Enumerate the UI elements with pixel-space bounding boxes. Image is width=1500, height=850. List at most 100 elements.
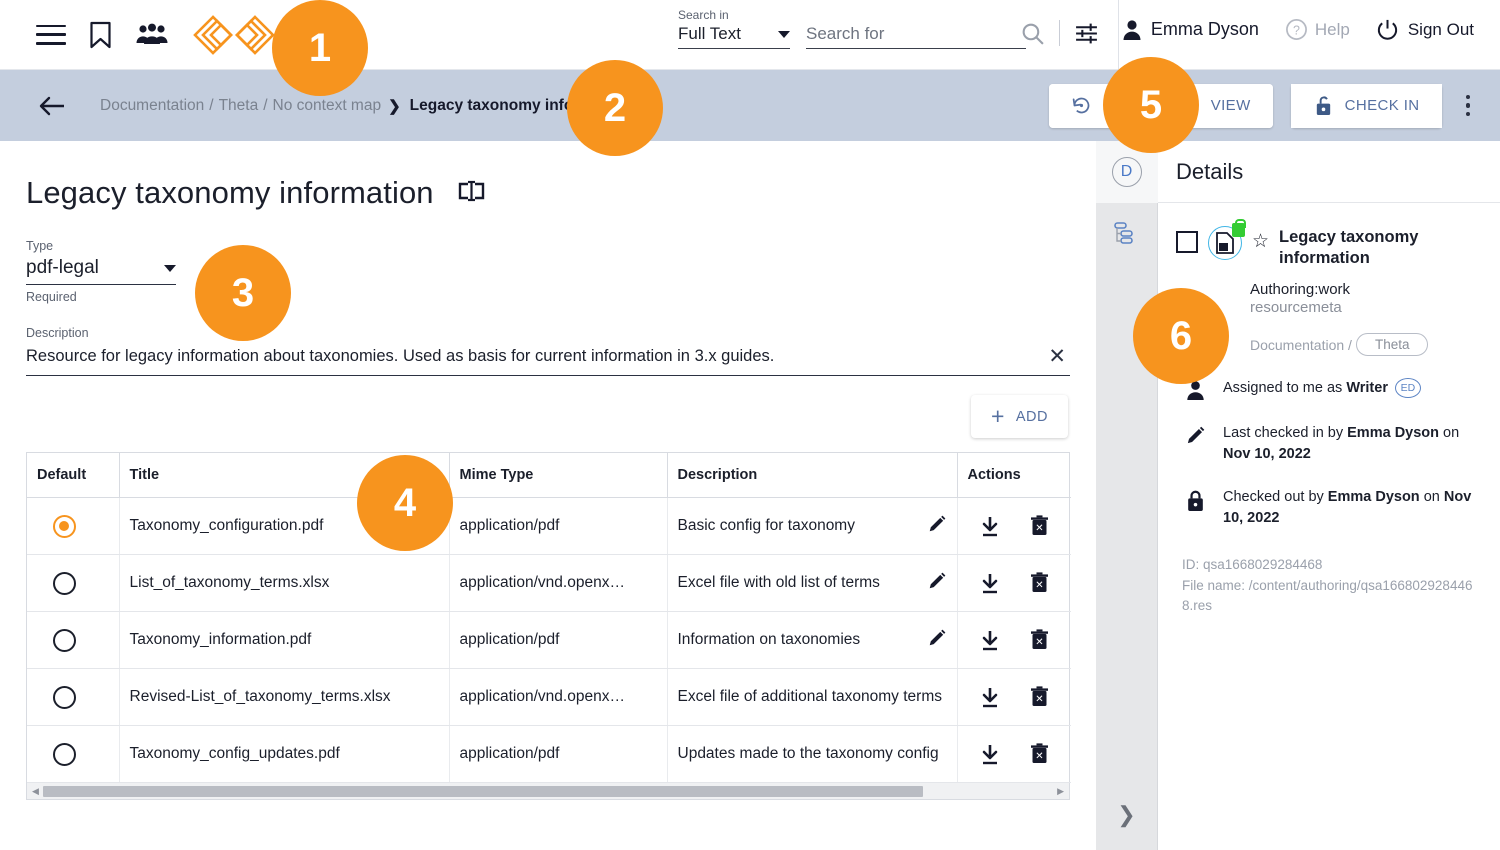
download-icon[interactable] <box>980 744 1000 765</box>
delete-icon[interactable]: ✕ <box>1030 629 1049 651</box>
delete-icon[interactable]: ✕ <box>1030 743 1049 765</box>
type-field: Type pdf-legal Required <box>26 239 176 304</box>
scroll-left-icon[interactable]: ◀ <box>32 786 39 797</box>
cell-mime: application/vnd.openx… <box>448 668 667 726</box>
edit-description-icon[interactable] <box>927 628 947 653</box>
description-input-row[interactable]: Resource for legacy information about ta… <box>26 343 1070 376</box>
search-in-select[interactable]: Full Text <box>678 24 790 49</box>
view-label: VIEW <box>1210 97 1251 114</box>
filter-settings-icon[interactable] <box>1074 21 1099 46</box>
sign-out-button[interactable]: Sign Out <box>1376 18 1474 41</box>
clear-icon[interactable]: ✕ <box>1044 346 1070 367</box>
pencil-icon <box>1182 423 1208 446</box>
table-row[interactable]: Taxonomy_configuration.pdf application/pd… <box>27 497 1071 555</box>
table-row[interactable]: Taxonomy_config_updates.pdf application/p… <box>27 725 1071 783</box>
checked-out-mid: on <box>1419 489 1444 506</box>
details-body: ☆ Legacy taxonomy information Authoring:… <box>1158 203 1500 616</box>
checked-in-date: Nov 10, 2022 <box>1223 446 1311 463</box>
cell-actions: ✕ <box>956 725 1071 783</box>
breadcrumb-separator: / <box>263 96 268 114</box>
cell-default <box>27 497 119 555</box>
default-radio[interactable] <box>53 742 76 766</box>
view-button[interactable]: VIEW <box>1188 83 1273 128</box>
breadcrumb-item-1[interactable]: Theta <box>219 97 259 115</box>
location-chip[interactable]: Theta <box>1355 333 1429 357</box>
user-account-button[interactable]: Emma Dyson <box>1122 19 1259 41</box>
checked-out-prefix: Checked out by <box>1223 489 1328 506</box>
identifier-block: ID: qsa1668029284468 File name: /content… <box>1176 555 1482 616</box>
menu-icon[interactable] <box>36 24 66 45</box>
type-helper-text: Required <box>26 290 77 304</box>
details-header: Details <box>1158 141 1500 203</box>
last-checked-in-text: Last checked in by Emma Dyson on Nov 10,… <box>1223 423 1482 465</box>
search-input[interactable] <box>806 24 1026 49</box>
cell-description: Basic config for taxonomy <box>666 497 957 555</box>
table-row[interactable]: Taxonomy_information.pdf application/pdf I… <box>27 611 1071 669</box>
document-checkbox[interactable] <box>1176 231 1198 253</box>
expand-panel-button[interactable]: ❯ <box>1117 802 1135 828</box>
table-row[interactable]: List_of_taxonomy_terms.xlsx application/v… <box>27 554 1071 612</box>
document-name: Legacy taxonomy information <box>1279 228 1419 267</box>
favorite-star-icon[interactable]: ☆ <box>1252 230 1269 253</box>
hierarchy-icon <box>1113 222 1133 244</box>
edit-description-icon[interactable] <box>927 571 947 596</box>
brand-logo[interactable] <box>191 13 277 57</box>
description-field: Description Resource for legacy informat… <box>26 326 1070 376</box>
search-icon[interactable] <box>1020 21 1045 46</box>
power-icon <box>1377 19 1397 40</box>
download-icon[interactable] <box>980 516 1000 537</box>
download-icon[interactable] <box>980 573 1000 594</box>
default-radio[interactable] <box>53 571 76 595</box>
delete-icon[interactable]: ✕ <box>1030 686 1049 708</box>
scrollbar-thumb[interactable] <box>43 785 923 797</box>
cell-actions: ✕ <box>956 611 1071 669</box>
document-id: ID: qsa1668029284468 <box>1182 557 1323 573</box>
search-in-field[interactable]: Search in Full Text <box>678 8 790 49</box>
cell-actions: ✕ <box>956 554 1071 612</box>
location-prefix: Documentation / <box>1250 336 1352 353</box>
cell-description: Information on taxonomies <box>666 611 957 669</box>
last-checked-in-row: Last checked in by Emma Dyson on Nov 10,… <box>1176 423 1482 465</box>
download-icon[interactable] <box>980 630 1000 651</box>
table-horizontal-scrollbar[interactable]: ◀ ▶ <box>26 783 1070 800</box>
help-button[interactable]: ? Help <box>1285 18 1350 41</box>
cell-default <box>27 668 119 726</box>
description-text: Excel file of additional taxonomy terms <box>677 688 942 705</box>
cell-description: Excel file with old list of terms <box>666 554 957 612</box>
breadcrumb-item-0[interactable]: Documentation <box>100 97 204 115</box>
default-radio[interactable] <box>53 628 76 652</box>
check-in-label: CHECK IN <box>1344 97 1420 114</box>
callout-badge-4: 4 <box>357 455 453 551</box>
default-radio[interactable] <box>53 514 76 538</box>
toolbar-divider <box>1059 20 1060 46</box>
cell-default <box>27 611 119 669</box>
rail-tab-hierarchy[interactable] <box>1096 203 1158 265</box>
bookmark-icon[interactable] <box>88 21 113 49</box>
search-in-value: Full Text <box>678 24 741 43</box>
cell-title: List_of_taxonomy_terms.xlsx <box>118 554 449 612</box>
more-options-icon[interactable] <box>1460 89 1477 123</box>
scroll-right-icon[interactable]: ▶ <box>1057 786 1064 797</box>
back-button[interactable] <box>38 95 66 117</box>
default-radio[interactable] <box>53 685 76 709</box>
unlock-icon <box>1316 96 1330 116</box>
download-icon[interactable] <box>980 687 1000 708</box>
cell-actions: ✕ <box>956 668 1071 726</box>
lock-badge-icon <box>1232 219 1246 237</box>
table-body: Taxonomy_configuration.pdf application/pd… <box>27 497 1071 783</box>
avatar[interactable]: ED <box>1394 378 1421 399</box>
type-select[interactable]: pdf-legal <box>26 255 176 285</box>
breadcrumb-item-2[interactable]: No context map <box>273 97 382 115</box>
people-icon[interactable] <box>135 23 169 47</box>
delete-icon[interactable]: ✕ <box>1030 515 1049 537</box>
add-button[interactable]: + ADD <box>970 395 1068 438</box>
app-root: Search in Full Text Search for Emma Dyso… <box>0 0 1500 850</box>
table-row[interactable]: Revised-List_of_taxonomy_terms.xlsx appli… <box>27 668 1071 726</box>
page-title: Legacy taxonomy information <box>26 175 434 210</box>
check-in-button[interactable]: CHECK IN <box>1290 83 1442 128</box>
edit-title-icon[interactable] <box>456 180 486 207</box>
edit-description-icon[interactable] <box>927 514 947 539</box>
cell-description: Excel file of additional taxonomy terms <box>666 668 957 726</box>
delete-icon[interactable]: ✕ <box>1030 572 1049 594</box>
plus-icon: + <box>990 403 1005 429</box>
